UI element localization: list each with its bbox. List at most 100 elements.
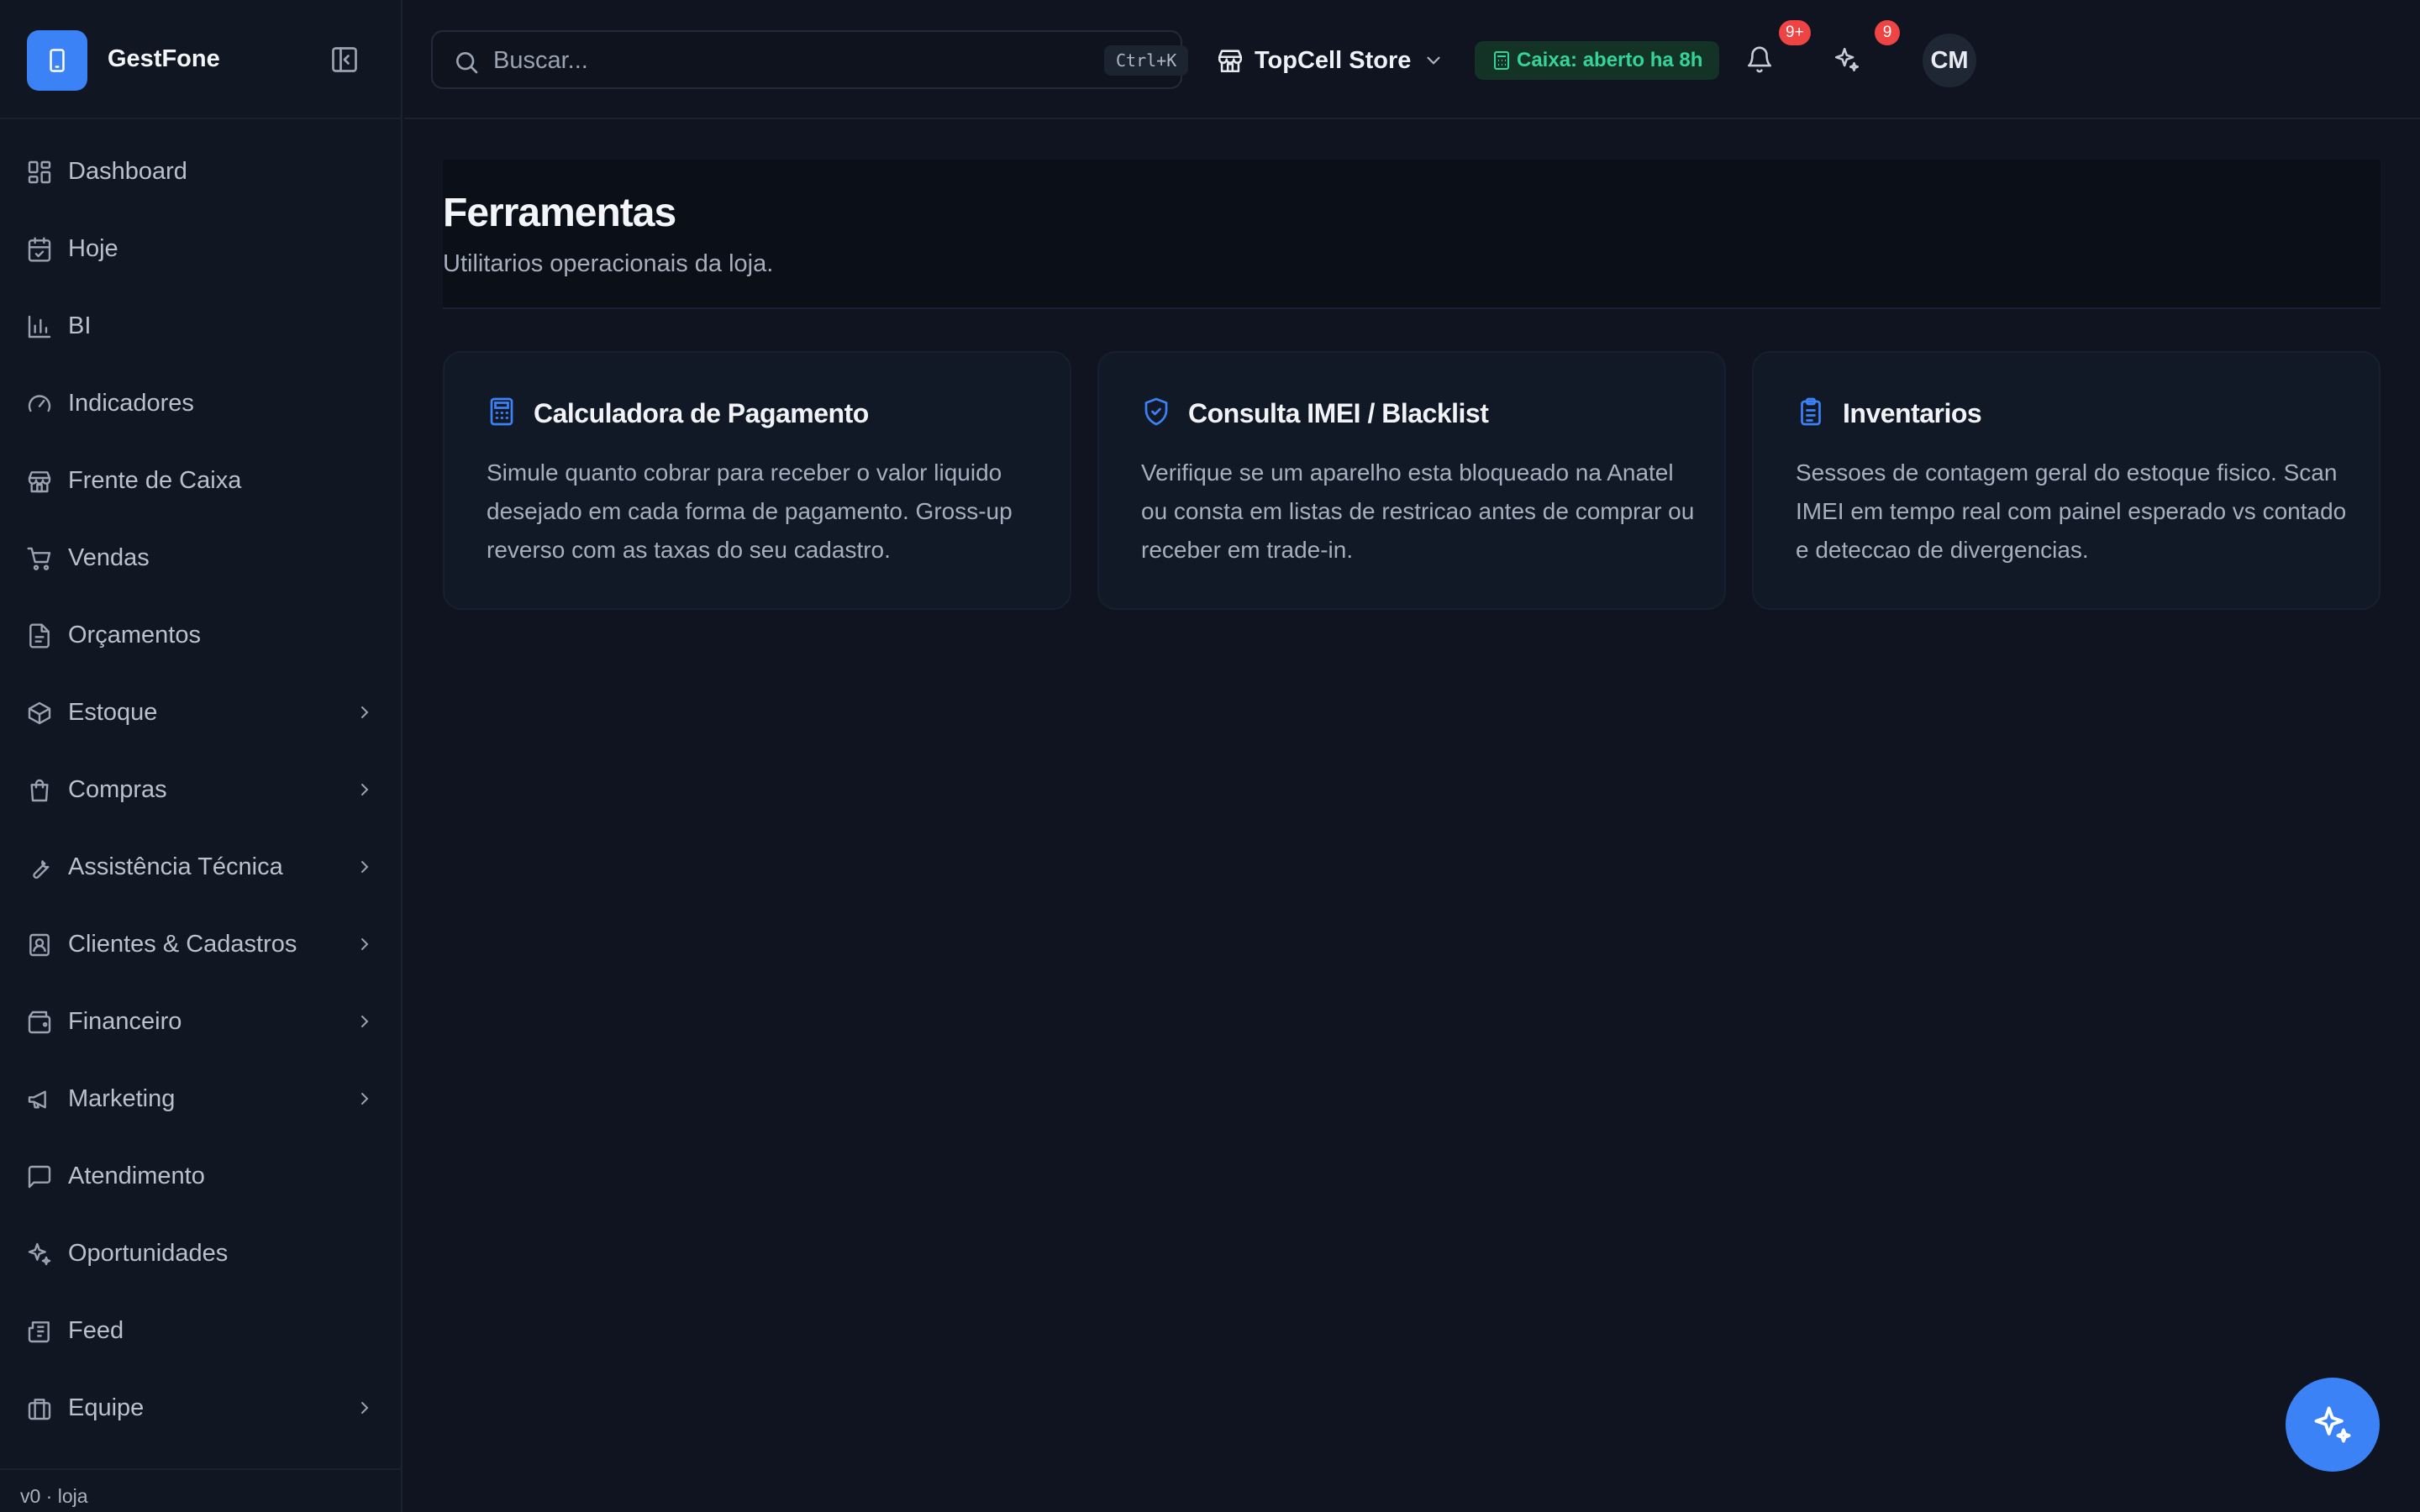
panel-left-icon [332,47,357,72]
sidebar-item-label: Financeiro [68,1008,182,1035]
sidebar-item-label: Frente de Caixa [68,467,242,494]
sidebar-item-marketing[interactable]: Marketing [0,1060,402,1137]
briefcase-icon [25,1394,54,1423]
sidebar-item-label: Dashboard [68,158,187,185]
sidebar-item-vendas[interactable]: Vendas [0,519,402,596]
message-square-icon [25,1163,54,1191]
shield-check-icon [1144,397,1168,426]
page-subtitle: Utilitarios operacionais da loja. [443,250,774,277]
chevron-right-icon [361,861,369,873]
insights-badge: 9 [1875,20,1900,45]
store-name: TopCell Store [1255,46,1412,74]
sidebar-item-label: Compras [68,776,167,803]
gauge-icon [25,390,54,418]
sidebar-item-label: Equipe [68,1394,145,1421]
chevron-right-icon [361,1093,369,1105]
sidebar-item-label: Indicadores [68,390,194,417]
sidebar-item-hoje[interactable]: Hoje [0,210,402,287]
calculator-icon [1494,51,1509,70]
ai-assistant-button[interactable] [2286,1378,2380,1472]
shopping-bag-icon [25,776,54,805]
sidebar-item-indicadores[interactable]: Indicadores [0,365,402,442]
sidebar-item-label: Estoque [68,699,158,726]
calculator-icon [490,397,513,426]
sidebar-nav: Dashboard Hoje BI Indicadores Frente de … [0,133,402,1446]
sidebar: GestFone Dashboard Hoje BI Indicadores F… [0,0,402,1512]
store-icon [1216,46,1244,75]
collapse-sidebar-button[interactable] [328,43,361,76]
insights-button[interactable] [1828,40,1866,79]
bar-chart-icon [25,312,54,341]
sidebar-item-label: Feed [68,1317,124,1344]
sidebar-item-frente-de-caixa[interactable]: Frente de Caixa [0,442,402,519]
app-root: GestFone Dashboard Hoje BI Indicadores F… [0,0,2420,1512]
sidebar-item-label: Orçamentos [68,622,201,648]
sparkles-icon [1834,47,1860,72]
search-icon [456,52,478,74]
sparkles-icon [2314,1406,2351,1443]
shortcut-hint: Ctrl+K [1104,45,1189,76]
sidebar-item-compras[interactable]: Compras [0,751,402,828]
cash-status-text: Caixa: aberto ha 8h [1517,49,1703,71]
sidebar-item-label: BI [68,312,92,339]
megaphone-icon [25,1085,54,1114]
newspaper-icon [25,1317,54,1346]
sidebar-item-label: Oportunidades [68,1240,229,1267]
card-title: Calculadora de Pagamento [534,398,869,428]
sidebar-item-label: Clientes & Cadastros [68,931,297,958]
sidebar-item-equipe[interactable]: Equipe [0,1369,402,1446]
sidebar-item-label: Vendas [68,544,150,571]
search-input[interactable] [493,44,1031,77]
sidebar-item-dashboard[interactable]: Dashboard [0,133,402,210]
tool-card-calculadora[interactable]: Calculadora de Pagamento Simule quanto c… [443,351,1071,610]
sidebar-item-orcamentos[interactable]: Orçamentos [0,596,402,674]
chevron-right-icon [361,938,369,950]
sparkles-icon [25,1240,54,1268]
avatar[interactable]: CM [1923,34,1976,87]
sidebar-item-feed[interactable]: Feed [0,1292,402,1369]
sidebar-item-label: Hoje [68,235,118,262]
wrench-icon [25,853,54,882]
calendar-check-icon [25,235,54,264]
sidebar-item-estoque[interactable]: Estoque [0,674,402,751]
card-description: Simule quanto cobrar para receber o valo… [487,459,1013,563]
chevron-right-icon [361,706,369,718]
tool-card-consulta-imei[interactable]: Consulta IMEI / Blacklist Verifique se u… [1097,351,1726,610]
chevron-right-icon [361,1016,369,1027]
sidebar-item-assistencia-tecnica[interactable]: Assistência Técnica [0,828,402,906]
search-box[interactable]: Ctrl+K [431,30,1189,89]
sidebar-divider [0,1468,402,1470]
sidebar-item-label: Assistência Técnica [68,853,283,880]
clipboard-list-icon [1801,397,1821,426]
card-description: Verifique se um aparelho esta bloqueado … [1141,459,1695,563]
sidebar-item-atendimento[interactable]: Atendimento [0,1137,402,1215]
cart-icon [25,544,54,573]
sidebar-item-bi[interactable]: BI [0,287,402,365]
sidebar-item-label: Marketing [68,1085,176,1112]
sidebar-item-label: Atendimento [68,1163,205,1189]
version-label: v0 · loja [20,1485,88,1507]
app-logo[interactable] [27,30,87,91]
tool-card-inventarios[interactable]: Inventarios Sessoes de contagem geral do… [1752,351,2381,610]
app-name: GestFone [108,45,220,72]
notifications-badge: 9+ [1779,20,1811,45]
cash-register-status[interactable]: Caixa: aberto ha 8h [1475,41,1720,80]
card-title: Consulta IMEI / Blacklist [1188,398,1489,428]
sidebar-item-financeiro[interactable]: Financeiro [0,983,402,1060]
chevron-right-icon [361,784,369,795]
bell-icon [1747,46,1772,73]
smartphone-icon [50,49,65,72]
chevron-down-icon [1423,50,1444,71]
dashboard-icon [25,158,54,186]
sidebar-item-oportunidades[interactable]: Oportunidades [0,1215,402,1292]
page-header: Ferramentas Utilitarios operacionais da … [443,160,2381,309]
brand-header: GestFone [0,0,402,119]
notifications-button[interactable] [1740,40,1779,79]
store-icon [25,467,54,496]
sidebar-item-clientes-cadastros[interactable]: Clientes & Cadastros [0,906,402,983]
contact-icon [25,931,54,959]
store-selector[interactable]: TopCell Store [1216,42,1444,79]
page-title: Ferramentas [443,191,676,235]
wallet-icon [25,1008,54,1037]
chevron-right-icon [361,1402,369,1414]
